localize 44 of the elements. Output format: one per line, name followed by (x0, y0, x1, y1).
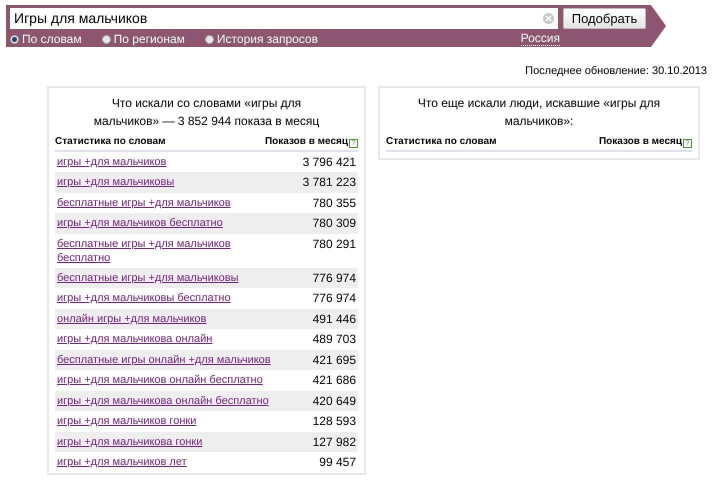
keyword-link[interactable]: игры +для мальчикова онлайн (57, 332, 282, 346)
radio-option[interactable]: По регионам (102, 30, 185, 48)
keyword-link[interactable]: игры +для мальчикова онлайн бесплатно (57, 394, 282, 408)
column-header: Показов в месяц (598, 134, 682, 148)
keyword-link[interactable]: бесплатные игры онлайн +для мальчиков (57, 352, 282, 366)
count-text: 421 695 (312, 352, 356, 366)
region-link[interactable]: Россия (520, 32, 560, 46)
keyword-link[interactable]: игры +для мальчиков лет (57, 455, 282, 469)
keyword-link[interactable]: онлайн игры +для мальчиков (57, 312, 282, 326)
clear-icon[interactable] (543, 13, 554, 24)
count-text: 128 593 (312, 414, 356, 428)
keyword-link[interactable]: игры +для мальчиковы бесплатно (57, 291, 282, 305)
count-text: 99 457 (319, 455, 356, 469)
radio-option[interactable]: По словам (10, 30, 82, 48)
keyword-link[interactable]: бесплатные игры +для мальчиковы (57, 270, 282, 284)
keyword-link[interactable]: игры +для мальчиков гонки (57, 414, 282, 428)
last-update-text: Последнее обновление: 30.10.2013 (525, 64, 707, 79)
panel-title: Что еще искали люди, искавшие «игры для мальчиков»: (416, 94, 662, 130)
count-text: 489 703 (312, 332, 356, 346)
column-header: Показов в месяц (264, 134, 348, 148)
column-header: Статистика по словам (55, 134, 166, 148)
keyword-link[interactable]: бесплатные игры +для мальчиков (57, 196, 282, 210)
keyword-link[interactable]: игры +для мальчиков онлайн бесплатно (57, 373, 282, 387)
search-field[interactable]: Игры для мальчиков (10, 8, 558, 29)
count-text: 420 649 (312, 394, 356, 408)
count-text: 776 974 (312, 270, 356, 284)
count-text: 491 446 (312, 312, 356, 326)
count-text: 780 309 (312, 216, 356, 230)
count-text: 127 982 (312, 434, 356, 448)
count-text: 776 974 (312, 291, 356, 305)
count-text: 3 796 421 (302, 154, 356, 168)
keyword-link[interactable]: бесплатные игры +для мальчиков бесплатно (57, 236, 282, 264)
count-text: 3 781 223 (302, 175, 356, 189)
radio-option[interactable]: История запросов (204, 30, 318, 48)
keyword-link[interactable]: игры +для мальчиковы (57, 175, 282, 189)
count-text: 780 355 (312, 196, 356, 210)
keyword-link[interactable]: игры +для мальчиков бесплатно (57, 216, 282, 230)
column-header: Статистика по словам (386, 134, 496, 148)
count-text: 421 686 (312, 373, 356, 387)
submit-button[interactable]: Подобрать (563, 8, 646, 29)
panel-title: Что искали со словами «игры для мальчиков» — 3 852 944 показа в месяц (92, 94, 320, 130)
keyword-link[interactable]: игры +для мальчиков (57, 154, 282, 168)
count-text: 780 291 (312, 236, 356, 250)
keyword-link[interactable]: игры +для мальчикова гонки (57, 434, 282, 448)
